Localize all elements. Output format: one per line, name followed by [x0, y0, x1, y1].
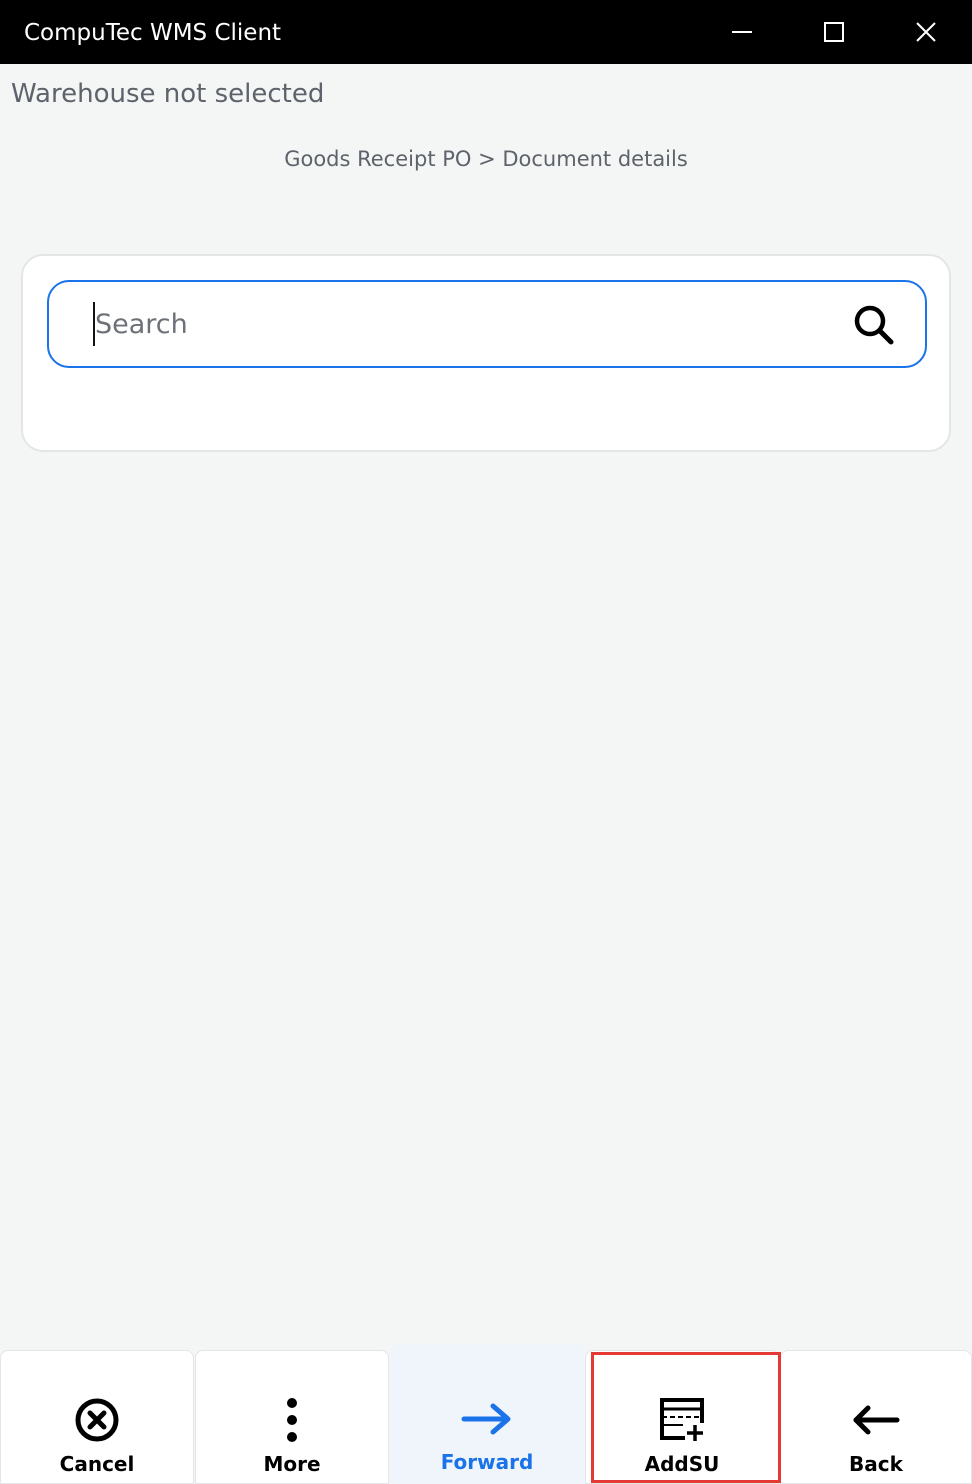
warehouse-status: Warehouse not selected [11, 79, 325, 109]
title-bar: CompuTec WMS Client [0, 0, 972, 64]
breadcrumb: Goods Receipt PO > Document details [284, 147, 688, 171]
cancel-icon [75, 1398, 119, 1442]
more-button[interactable]: More [195, 1350, 389, 1484]
search-card [21, 254, 951, 452]
minimize-icon [732, 31, 752, 33]
close-button[interactable] [880, 0, 972, 64]
cancel-label: Cancel [59, 1452, 135, 1476]
forward-button[interactable]: Forward [390, 1344, 584, 1484]
more-label: More [263, 1452, 321, 1476]
arrow-left-icon [853, 1405, 900, 1435]
forward-label: Forward [440, 1450, 534, 1474]
search-button[interactable] [853, 304, 895, 346]
minimize-button[interactable] [696, 0, 788, 64]
search-icon [854, 305, 894, 345]
app-title: CompuTec WMS Client [24, 20, 282, 46]
addsu-button[interactable]: AddSU [585, 1350, 779, 1484]
back-button[interactable]: Back [780, 1350, 972, 1484]
close-icon [916, 22, 936, 42]
more-vertical-icon [287, 1398, 297, 1442]
bottom-toolbar: Cancel More Forward AddSU Back [0, 1344, 972, 1484]
back-label: Back [849, 1452, 903, 1476]
maximize-icon [824, 22, 844, 42]
cancel-button[interactable]: Cancel [0, 1350, 194, 1484]
add-storage-unit-icon [660, 1398, 705, 1443]
arrow-right-icon [461, 1403, 511, 1435]
search-input[interactable] [93, 302, 833, 346]
addsu-label: AddSU [644, 1452, 720, 1476]
maximize-button[interactable] [788, 0, 880, 64]
search-box[interactable] [47, 280, 927, 368]
